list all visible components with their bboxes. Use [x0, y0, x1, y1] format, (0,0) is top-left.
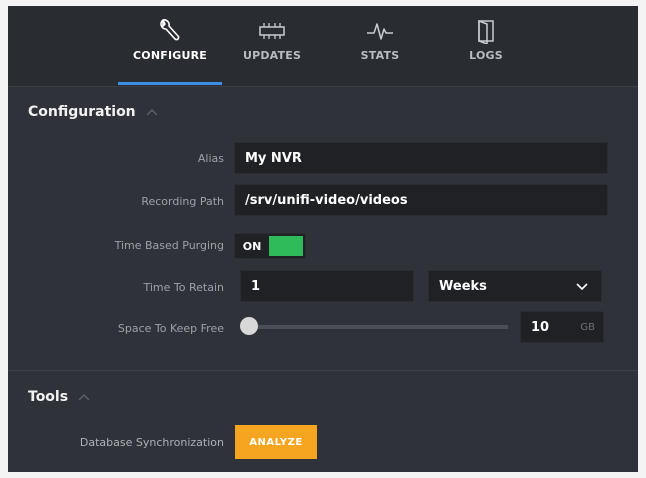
recording-path-input[interactable]: /srv/unifi-video/videos — [234, 184, 608, 216]
tab-logs-label: LOGS — [469, 49, 503, 62]
chip-icon — [256, 16, 288, 46]
alias-label: Alias — [197, 152, 224, 165]
space-slider-thumb[interactable] — [240, 317, 258, 335]
tools-title: Tools — [28, 389, 69, 405]
space-unit: GB — [580, 321, 595, 333]
space-slider-track[interactable] — [250, 325, 508, 329]
analyze-button[interactable]: ANALYZE — [235, 425, 317, 459]
section-divider — [8, 370, 638, 371]
space-to-keep-free-label: Space To Keep Free — [117, 322, 224, 335]
alias-value: My NVR — [245, 150, 302, 166]
space-to-keep-free-value: 10 — [531, 319, 550, 335]
configuration-header[interactable]: Configuration — [28, 104, 158, 120]
tools-header[interactable]: Tools — [28, 389, 90, 405]
toggle-knob — [269, 236, 303, 256]
tab-stats-label: STATS — [360, 49, 400, 62]
tab-updates-label: UPDATES — [242, 49, 302, 62]
door-icon — [476, 16, 496, 46]
pulse-icon — [365, 16, 395, 46]
recording-path-value: /srv/unifi-video/videos — [245, 192, 408, 208]
tab-stats[interactable]: STATS — [330, 6, 430, 86]
nvr-settings-window: CONFIGURE UPDATES STATS LOGS Configurati… — [8, 6, 638, 472]
wrench-icon — [158, 16, 182, 46]
chevron-down-icon — [575, 279, 589, 297]
recording-path-label: Recording Path — [141, 195, 224, 208]
database-sync-label: Database Synchronization — [79, 436, 224, 449]
time-based-purging-label: Time Based Purging — [114, 239, 224, 252]
toggle-state: ON — [242, 239, 262, 253]
space-to-keep-free-input[interactable]: 10 GB — [520, 311, 604, 343]
alias-input[interactable]: My NVR — [234, 142, 608, 174]
chevron-up-icon — [78, 391, 90, 404]
time-to-retain-input[interactable]: 1 — [240, 270, 414, 302]
retain-unit-select[interactable]: Weeks — [428, 270, 602, 302]
time-to-retain-label: Time To Retain — [143, 281, 225, 294]
tab-updates[interactable]: UPDATES — [222, 6, 322, 86]
tab-configure-label: CONFIGURE — [133, 49, 207, 62]
active-tab-indicator — [118, 82, 222, 85]
time-based-purging-toggle[interactable]: ON — [234, 233, 306, 259]
nav-divider — [8, 86, 638, 87]
configuration-title: Configuration — [28, 104, 136, 120]
tab-configure[interactable]: CONFIGURE — [120, 6, 220, 86]
retain-unit-value: Weeks — [439, 278, 487, 294]
tab-logs[interactable]: LOGS — [436, 6, 536, 86]
top-nav: CONFIGURE UPDATES STATS LOGS — [8, 6, 638, 86]
chevron-up-icon — [146, 106, 158, 119]
time-to-retain-value: 1 — [251, 278, 261, 294]
